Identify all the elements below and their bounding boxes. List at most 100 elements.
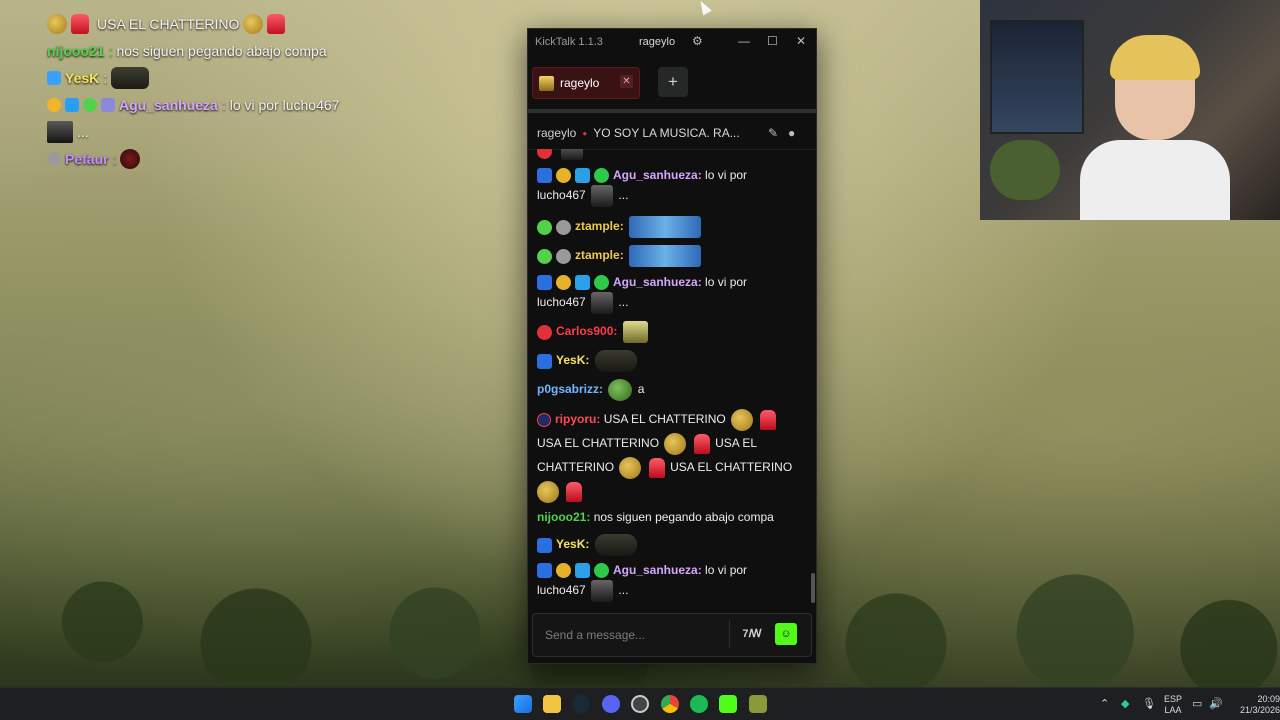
- clock[interactable]: 20:09 21/3/2026: [1226, 694, 1280, 716]
- chat-username[interactable]: p0gsabrizz: [537, 382, 599, 396]
- chat-message: ripyoru: USA EL CHATTERINO USA EL CHATTE…: [537, 407, 804, 503]
- chat-username[interactable]: nijooo21: [537, 510, 586, 524]
- emote-cars-icon: [629, 245, 702, 267]
- overlay-line: YesK:: [47, 64, 339, 91]
- message-composer: 7ꟿ ☺: [532, 613, 812, 657]
- close-icon[interactable]: ✕: [796, 34, 806, 48]
- emote-siren-icon: [648, 457, 665, 478]
- chat-username[interactable]: Carlos900: [556, 324, 613, 338]
- mouse-cursor: [696, 0, 712, 16]
- kicktalk-window: KickTalk 1.1.3 rageylo ⚙ — ☐ ✕ rageylo ✕…: [527, 28, 817, 664]
- divider: [528, 109, 816, 113]
- close-tab-icon[interactable]: ✕: [620, 75, 633, 88]
- emote-siren-icon: [267, 13, 286, 34]
- emote-face-icon: [47, 13, 67, 34]
- network-icon[interactable]: ▭: [1192, 697, 1202, 710]
- kicktalk-icon[interactable]: [719, 695, 737, 713]
- emote-face-icon: [731, 408, 754, 431]
- chat-username[interactable]: YesK: [556, 537, 585, 551]
- chat-username[interactable]: Agu_sanhueza: [613, 563, 698, 577]
- chat-username[interactable]: YesK: [556, 353, 585, 367]
- start-icon[interactable]: [514, 695, 532, 713]
- chat-message: YesK:: [537, 534, 804, 556]
- file-explorer-icon[interactable]: [543, 695, 561, 713]
- emote-siren-icon: [566, 481, 583, 502]
- seventv-emote-icon[interactable]: 7ꟿ: [741, 623, 763, 645]
- chat-message: Carlos900:: [537, 321, 804, 343]
- chat-text: lucho467: [537, 295, 586, 310]
- microphone-icon[interactable]: 🎙: [1142, 697, 1156, 710]
- chrome-icon[interactable]: [661, 695, 679, 713]
- message-input[interactable]: [533, 614, 737, 656]
- maximize-icon[interactable]: ☐: [767, 34, 778, 48]
- webcam-plush: [990, 140, 1060, 200]
- stream-title: YO SOY LA MUSICA. RA...: [593, 126, 740, 140]
- badge-icon: [83, 97, 97, 112]
- emote-icon: [561, 149, 584, 160]
- kick-emote-icon[interactable]: ☺: [775, 623, 797, 645]
- badge-icon: [537, 168, 552, 184]
- channel-name[interactable]: rageylo: [537, 126, 576, 140]
- badge-icon: [65, 97, 79, 112]
- app-icon[interactable]: [749, 695, 767, 713]
- overlay-line: USA EL CHATTERINO: [47, 10, 339, 37]
- badge-icon: [575, 563, 590, 579]
- chevron-up-icon[interactable]: ⌃: [1100, 697, 1109, 710]
- chat-text: lucho467: [537, 188, 586, 203]
- chat-username[interactable]: Agu_sanhueza: [613, 275, 698, 289]
- pin-icon[interactable]: ✎: [768, 126, 778, 140]
- overlay-line: Pefaur:: [47, 145, 339, 172]
- overlay-message-text: nos siguen pegando abajo compa: [116, 42, 327, 59]
- chat-username[interactable]: ripyoru: [555, 412, 596, 426]
- user-icon[interactable]: ●: [788, 126, 795, 140]
- emote-cars-icon: [629, 216, 702, 238]
- chat-text: ...: [618, 583, 629, 598]
- minimize-icon[interactable]: —: [738, 34, 750, 48]
- badge-icon: [537, 275, 552, 291]
- verified-icon: [594, 168, 609, 184]
- chat-username[interactable]: ztample: [575, 248, 620, 262]
- gear-icon[interactable]: ⚙: [692, 34, 703, 48]
- tab-rageylo[interactable]: rageylo ✕: [532, 67, 640, 99]
- overlay-username: nijooo21: [47, 42, 105, 59]
- date: 21/3/2026: [1239, 705, 1280, 715]
- emote-siren-icon: [760, 409, 777, 430]
- chat-message: Agu_sanhueza: lo vi por lucho467 ...: [537, 272, 804, 314]
- verified-icon: [594, 563, 609, 579]
- badge-icon: [537, 412, 551, 427]
- badge-icon: [556, 275, 571, 291]
- spotify-icon[interactable]: [690, 695, 708, 713]
- chat-messages[interactable]: Agu_sanhueza: lo vi por lucho467 ... zta…: [528, 149, 810, 605]
- chat-text: CHATTERINO: [537, 460, 615, 474]
- emote-pepe-icon: [608, 379, 633, 401]
- chat-message: YesK:: [537, 350, 804, 372]
- chat-username[interactable]: ztample: [575, 219, 620, 233]
- chat-scrollbar[interactable]: [811, 573, 815, 603]
- verified-icon: [594, 275, 609, 291]
- chat-text: nos siguen pegando abajo compa: [593, 510, 774, 524]
- overlay-username: Pefaur: [65, 150, 109, 167]
- emote-blob-icon: [594, 350, 637, 372]
- chat-text: ...: [618, 295, 629, 310]
- emote-face-icon: [537, 480, 559, 503]
- title-bar[interactable]: KickTalk 1.1.3 rageylo ⚙ — ☐ ✕: [528, 29, 816, 55]
- overlay-message-text: USA EL CHATTERINO: [97, 15, 240, 32]
- stream-chat-overlay: USA EL CHATTERINO nijooo21: nos siguen p…: [47, 0, 339, 172]
- emote-blob-icon: [594, 534, 637, 556]
- emote-siren-icon: [71, 13, 89, 34]
- overlay-message-text: ...: [77, 123, 89, 140]
- chat-message: ztample:: [537, 216, 804, 238]
- signed-in-user[interactable]: rageylo: [639, 36, 675, 48]
- language-indicator[interactable]: ESP LAA: [1160, 694, 1186, 716]
- security-icon[interactable]: ◆: [1121, 697, 1129, 710]
- emote-siren-icon: [693, 433, 710, 454]
- chat-message: nijooo21: nos siguen pegando abajo compa: [537, 510, 774, 524]
- obs-icon[interactable]: [631, 695, 649, 713]
- discord-icon[interactable]: [602, 695, 620, 713]
- chat-username[interactable]: Agu_sanhueza: [613, 168, 698, 182]
- steam-icon[interactable]: [572, 695, 590, 713]
- volume-icon[interactable]: 🔊: [1209, 697, 1223, 710]
- badge-icon: [537, 219, 552, 235]
- add-tab-button[interactable]: +: [658, 67, 688, 97]
- chat-message: Agu_sanhueza: lo vi por lucho467 ...: [537, 165, 804, 207]
